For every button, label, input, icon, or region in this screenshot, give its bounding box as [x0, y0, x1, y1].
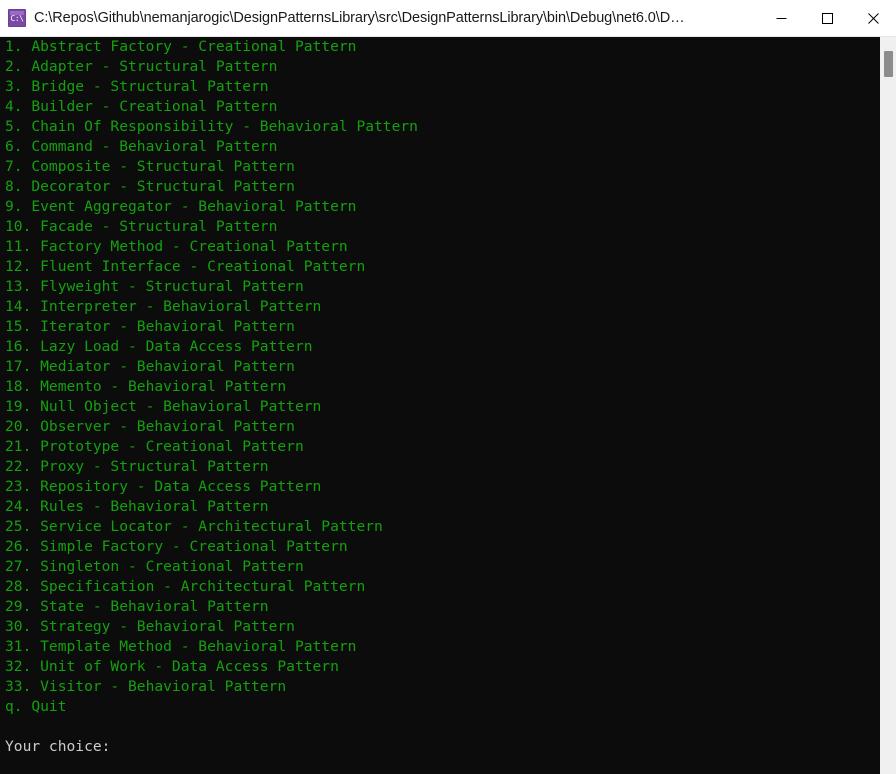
console-line: 11. Factory Method - Creational Pattern [5, 238, 348, 255]
scrollbar-thumb[interactable] [884, 51, 893, 77]
console-line: 22. Proxy - Structural Pattern [5, 458, 269, 475]
console-line: 14. Interpreter - Behavioral Pattern [5, 298, 322, 315]
console-prompt: Your choice: [5, 738, 111, 755]
console-line: 2. Adapter - Structural Pattern [5, 58, 278, 75]
console-line: 12. Fluent Interface - Creational Patter… [5, 258, 366, 275]
minimize-button[interactable] [758, 0, 804, 36]
console-line: 16. Lazy Load - Data Access Pattern [5, 338, 313, 355]
console-line: 28. Specification - Architectural Patter… [5, 578, 366, 595]
console-line: 13. Flyweight - Structural Pattern [5, 278, 304, 295]
console-line: 29. State - Behavioral Pattern [5, 598, 269, 615]
console-output[interactable]: 1. Abstract Factory - Creational Pattern… [0, 37, 879, 774]
console-line: 15. Iterator - Behavioral Pattern [5, 318, 295, 335]
titlebar[interactable]: C:\ C:\Repos\Github\nemanjarogic\DesignP… [0, 0, 896, 37]
vertical-scrollbar[interactable] [879, 37, 896, 774]
console-line: 27. Singleton - Creational Pattern [5, 558, 304, 575]
console-area[interactable]: 1. Abstract Factory - Creational Pattern… [0, 37, 896, 774]
console-window: C:\ C:\Repos\Github\nemanjarogic\DesignP… [0, 0, 896, 774]
console-line: 1. Abstract Factory - Creational Pattern [5, 38, 357, 55]
console-line: 5. Chain Of Responsibility - Behavioral … [5, 118, 418, 135]
console-line: 32. Unit of Work - Data Access Pattern [5, 658, 339, 675]
maximize-icon [821, 12, 833, 24]
console-line: 3. Bridge - Structural Pattern [5, 78, 269, 95]
console-line: 33. Visitor - Behavioral Pattern [5, 678, 287, 695]
console-line: 24. Rules - Behavioral Pattern [5, 498, 269, 515]
console-line: 8. Decorator - Structural Pattern [5, 178, 295, 195]
console-line: 17. Mediator - Behavioral Pattern [5, 358, 295, 375]
console-line: 10. Facade - Structural Pattern [5, 218, 278, 235]
console-icon-glyph: C:\ [10, 14, 24, 23]
console-line: 30. Strategy - Behavioral Pattern [5, 618, 295, 635]
console-line: 7. Composite - Structural Pattern [5, 158, 295, 175]
console-line: 4. Builder - Creational Pattern [5, 98, 278, 115]
console-line: 18. Memento - Behavioral Pattern [5, 378, 287, 395]
console-line: 23. Repository - Data Access Pattern [5, 478, 322, 495]
console-line: 9. Event Aggregator - Behavioral Pattern [5, 198, 357, 215]
close-icon [867, 12, 879, 24]
window-controls [758, 0, 896, 36]
window-title: C:\Repos\Github\nemanjarogic\DesignPatte… [34, 10, 685, 26]
console-line: 6. Command - Behavioral Pattern [5, 138, 278, 155]
console-line: 31. Template Method - Behavioral Pattern [5, 638, 357, 655]
console-line: 19. Null Object - Behavioral Pattern [5, 398, 322, 415]
minimize-icon [776, 17, 786, 19]
console-line: 25. Service Locator - Architectural Patt… [5, 518, 383, 535]
console-line: 26. Simple Factory - Creational Pattern [5, 538, 348, 555]
maximize-button[interactable] [804, 0, 850, 36]
console-app-icon[interactable]: C:\ [8, 9, 26, 27]
console-line: 21. Prototype - Creational Pattern [5, 438, 304, 455]
console-line: 20. Observer - Behavioral Pattern [5, 418, 295, 435]
console-line: q. Quit [5, 698, 67, 715]
close-button[interactable] [850, 0, 896, 36]
